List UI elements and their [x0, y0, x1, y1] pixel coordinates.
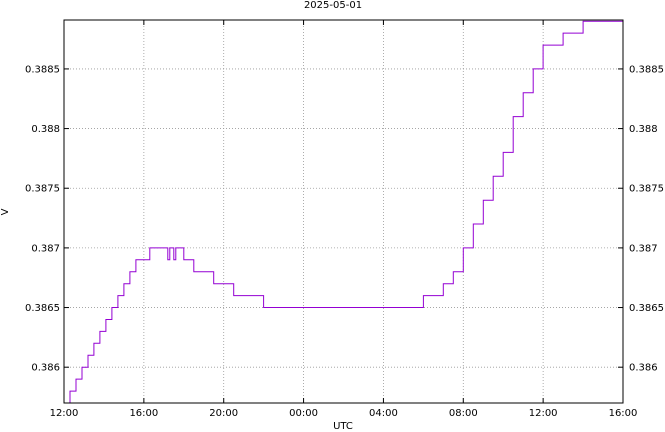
x-tick-label: 08:00: [449, 408, 478, 419]
line-chart: 2025-05-01 12:00 16:00 20:00 00:00 04:00 08:0…: [0, 0, 664, 432]
x-axis-label: UTC: [333, 421, 353, 432]
plot-frame: [63, 19, 624, 404]
x-tick-label: 16:00: [129, 408, 158, 419]
x-tick-label: 00:00: [289, 408, 318, 419]
x-tick-label: 12:00: [50, 408, 79, 419]
y-tick-label-right: 0.3875: [629, 184, 664, 195]
y-tick-label-left: 0.387: [31, 243, 60, 254]
chart-title: 2025-05-01: [304, 0, 362, 11]
x-tick-label: 12:00: [529, 408, 558, 419]
y-axis-label: V: [0, 208, 11, 215]
x-tick-label: 04:00: [369, 408, 398, 419]
y-tick-label-left: 0.3865: [25, 303, 60, 314]
x-tick-label: 16:00: [609, 408, 638, 419]
series-line: [64, 20, 623, 404]
axis-ticks: 12:00 16:00 20:00 00:00 04:00 08:00 12:00 16:00…: [25, 20, 664, 419]
y-tick-label-right: 0.3885: [629, 64, 664, 75]
y-tick-label-left: 0.386: [31, 363, 60, 374]
grid-lines: [64, 20, 623, 403]
y-tick-label-right: 0.3865: [629, 303, 664, 314]
x-tick-label: 20:00: [209, 408, 238, 419]
y-tick-label-left: 0.3875: [25, 184, 60, 195]
y-tick-label-right: 0.386: [629, 363, 658, 374]
y-tick-label-left: 0.3885: [25, 64, 60, 75]
series-lines: [64, 20, 623, 404]
y-tick-label-right: 0.388: [629, 124, 658, 135]
y-tick-label-left: 0.388: [31, 124, 60, 135]
y-tick-label-right: 0.387: [629, 243, 658, 254]
